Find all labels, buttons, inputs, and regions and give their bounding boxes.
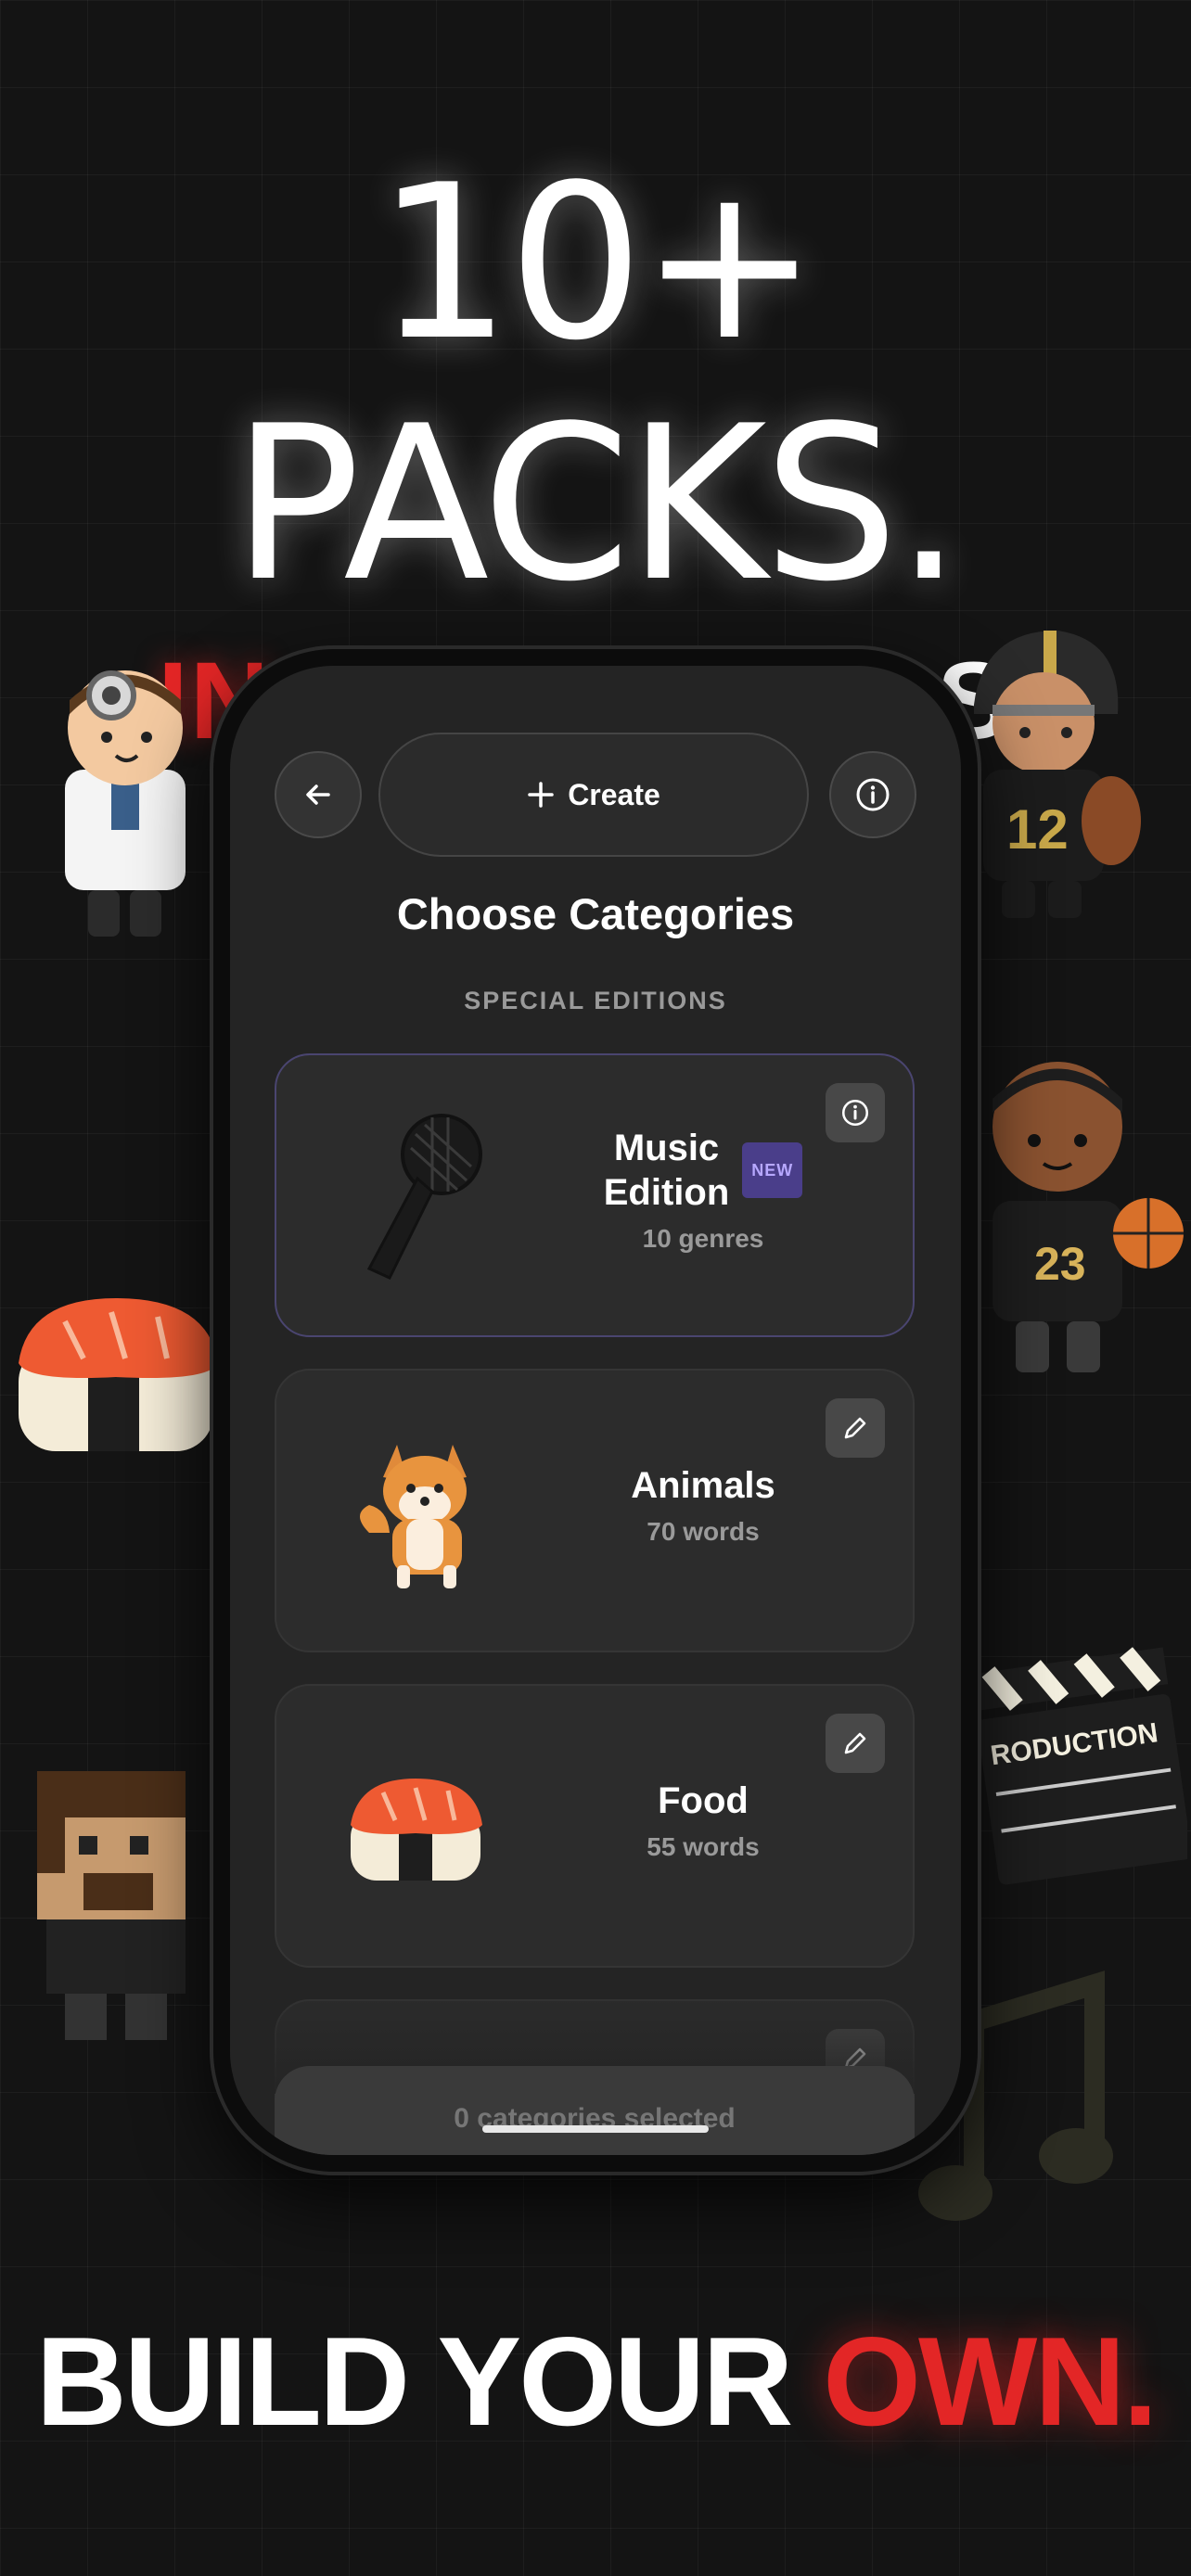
card-name-food: Food	[658, 1780, 749, 1821]
category-card-food[interactable]: Food 55 words	[275, 1684, 915, 1968]
card-name-line-1: Music	[613, 1128, 720, 1168]
selection-status-bar[interactable]: 0 categories selected	[275, 2066, 915, 2155]
clapperboard-sticker: RODUCTION	[974, 1647, 1187, 1885]
plus-icon	[528, 782, 554, 808]
hero-line-1: 10+	[376, 140, 818, 388]
basketball-player-sticker: 23	[992, 1062, 1184, 1372]
category-card-music-edition[interactable]: Music Edition NEW 10 genres	[275, 1053, 915, 1337]
card-subtitle-animals: 70 words	[647, 1517, 760, 1546]
phone-mockup: Create Choose Categories SPECIAL EDITION…	[213, 649, 978, 2172]
app-screen: Create Choose Categories SPECIAL EDITION…	[230, 666, 961, 2155]
top-bar: Create	[230, 733, 961, 857]
create-button[interactable]: Create	[378, 733, 809, 857]
info-button[interactable]	[829, 751, 916, 838]
card-edit-button[interactable]	[826, 1398, 885, 1458]
sushi-sticker-left	[19, 1298, 218, 1451]
page-title: Choose Categories	[396, 889, 795, 938]
footer-tagline-part-2: OWN.	[823, 2311, 1158, 2452]
footer-tagline-part-1: BUILD YOUR	[35, 2311, 824, 2452]
microphone-icon	[366, 1114, 482, 1280]
section-label-special-editions: SPECIAL EDITIONS	[464, 987, 727, 1014]
back-button[interactable]	[275, 751, 362, 838]
arrow-left-icon	[306, 784, 330, 805]
footer-tagline: BUILD YOUR OWN.	[0, 2316, 1191, 2446]
pencil-icon	[844, 1417, 866, 1439]
home-indicator[interactable]	[482, 2125, 709, 2133]
category-card-animals[interactable]: Animals 70 words	[275, 1369, 915, 1652]
card-subtitle-food: 55 words	[647, 1832, 760, 1861]
shiba-dog-icon	[360, 1445, 467, 1588]
create-button-label: Create	[568, 777, 660, 811]
hero-line-2: PACKS.	[232, 381, 963, 629]
card-edit-button[interactable]	[826, 1714, 885, 1773]
pencil-icon	[844, 1732, 866, 1754]
football-player-sticker: 12	[974, 631, 1141, 918]
info-icon	[856, 778, 890, 811]
card-info-button[interactable]	[826, 1083, 885, 1142]
salmon-sushi-icon	[351, 1779, 482, 1881]
card-name-animals: Animals	[631, 1465, 775, 1506]
pixel-character-sticker	[37, 1771, 186, 2040]
svg-text:23: 23	[1034, 1238, 1086, 1290]
new-badge: NEW	[742, 1142, 803, 1198]
card-subtitle-music-edition: 10 genres	[642, 1224, 764, 1253]
info-icon	[841, 1099, 869, 1127]
card-name-line-2: Edition	[603, 1172, 730, 1213]
doctor-character-sticker	[65, 670, 186, 937]
svg-text:12: 12	[1006, 798, 1069, 861]
